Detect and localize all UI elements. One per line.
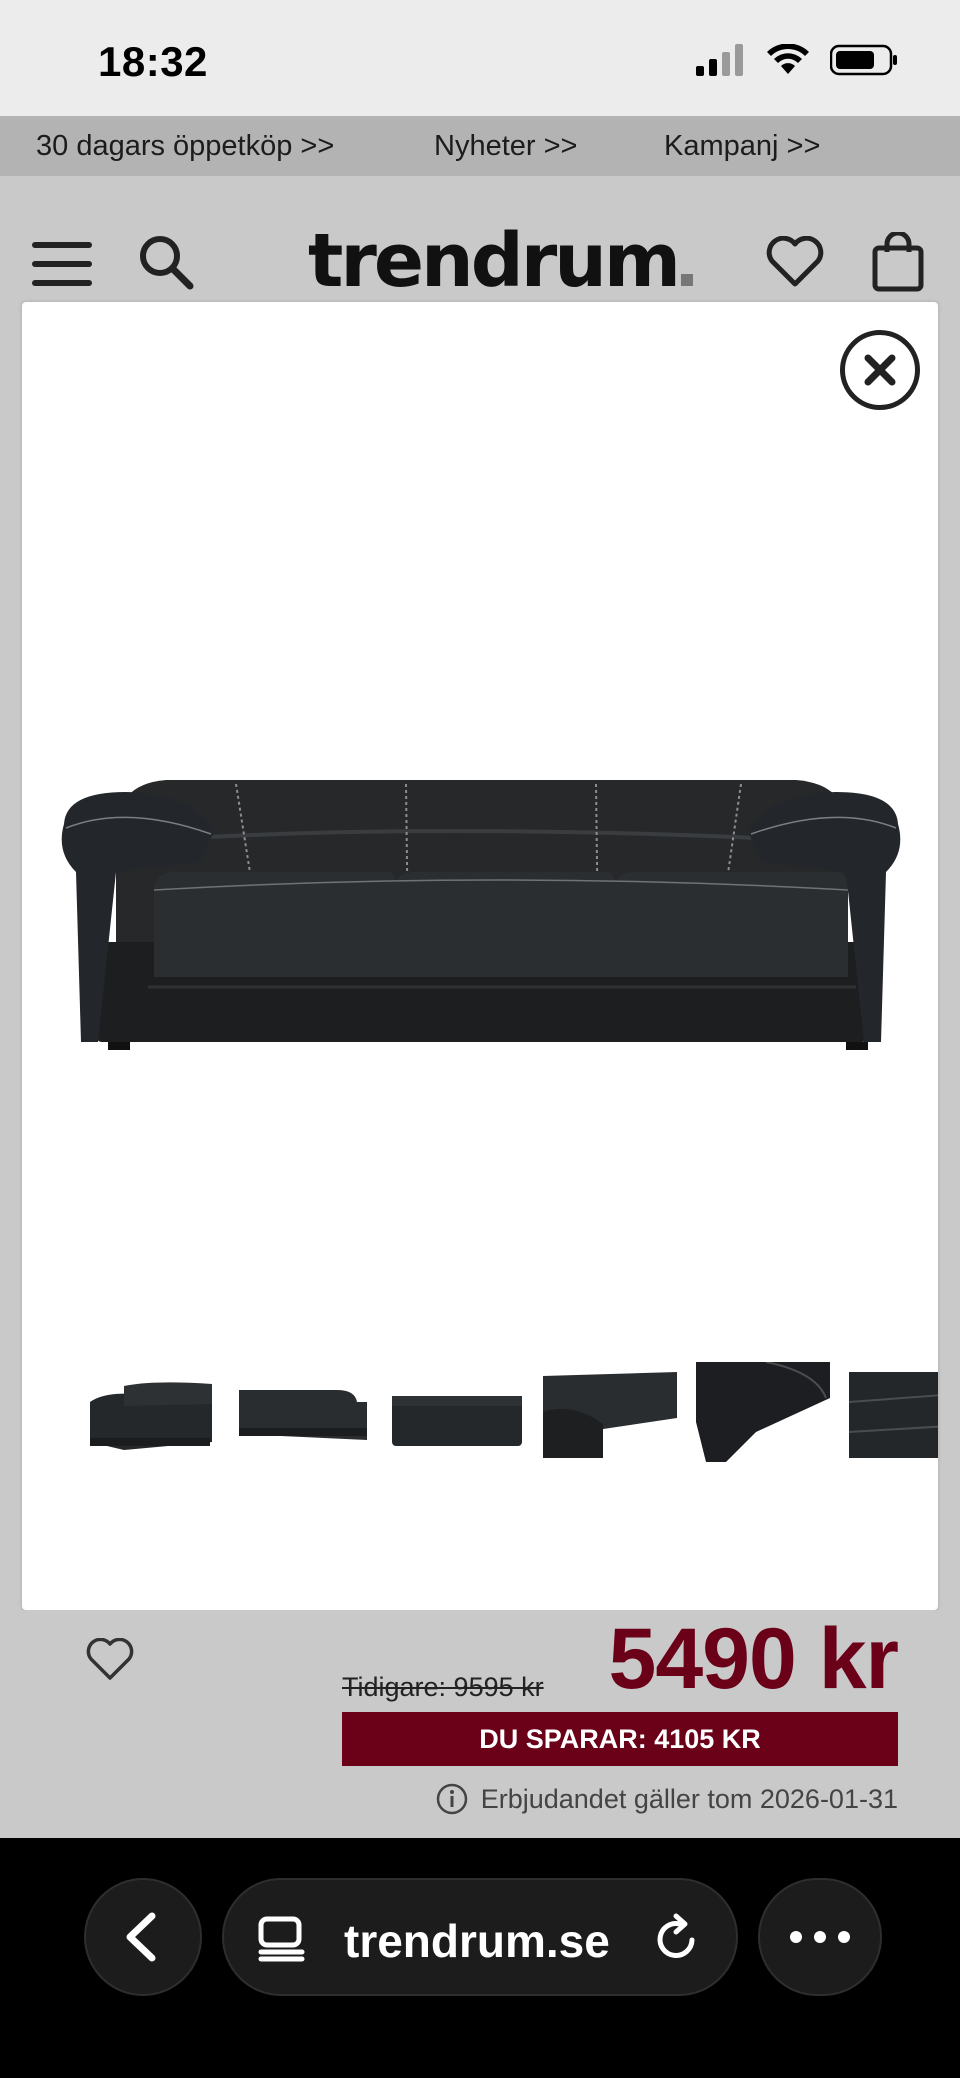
more-button[interactable] xyxy=(758,1878,882,1996)
thumbnail-6[interactable] xyxy=(849,1362,938,1462)
favorite-icon[interactable] xyxy=(86,1638,134,1682)
more-icon xyxy=(790,1931,850,1943)
thumbnail-4[interactable] xyxy=(543,1362,677,1462)
site-logo[interactable]: trendrum xyxy=(308,218,693,304)
price-section: Tidigare: 9595 kr 5490 kr DU SPARAR: 410… xyxy=(0,1610,960,1838)
close-button[interactable] xyxy=(840,330,920,410)
chevron-left-icon xyxy=(126,1912,156,1962)
menu-icon[interactable] xyxy=(32,242,92,286)
tabs-icon[interactable] xyxy=(258,1916,306,1962)
battery-icon xyxy=(830,44,897,76)
reload-icon[interactable] xyxy=(652,1912,702,1964)
site-header: trendrum xyxy=(0,176,960,306)
promo-link-campaign[interactable]: Kampanj >> xyxy=(664,130,820,163)
current-price: 5490 kr xyxy=(608,1611,899,1707)
url-text[interactable]: trendrum.se xyxy=(344,1914,610,1968)
promo-strip: 30 dagars öppetköp >> Nyheter >> Kampanj… xyxy=(0,116,960,176)
address-bar[interactable]: trendrum.se xyxy=(222,1878,738,1996)
promo-link-news[interactable]: Nyheter >> xyxy=(434,130,577,163)
old-price: Tidigare: 9595 kr xyxy=(342,1672,544,1702)
thumbnail-2[interactable] xyxy=(237,1362,371,1462)
heart-icon[interactable] xyxy=(766,236,824,288)
browser-toolbar: trendrum.se xyxy=(0,1838,960,2078)
back-button[interactable] xyxy=(84,1878,202,1996)
close-icon xyxy=(864,354,896,386)
image-gallery-modal xyxy=(22,302,938,1610)
thumbnail-1[interactable] xyxy=(84,1362,218,1462)
bag-icon[interactable] xyxy=(872,232,924,292)
signal-icon xyxy=(696,44,743,76)
product-main-image[interactable] xyxy=(36,692,926,1052)
offer-note: Erbjudandet gäller tom 2026-01-31 xyxy=(435,1782,898,1816)
info-icon xyxy=(436,1783,467,1815)
wifi-icon xyxy=(767,44,809,74)
thumbnail-3[interactable] xyxy=(390,1362,524,1462)
thumbnail-5[interactable] xyxy=(696,1362,830,1462)
thumbnail-strip xyxy=(62,1362,938,1472)
promo-link-open-purchase[interactable]: 30 dagars öppetköp >> xyxy=(36,130,334,163)
status-bar: 18:32 xyxy=(0,0,960,116)
clock: 18:32 xyxy=(98,38,208,85)
status-icons xyxy=(696,44,898,76)
savings-badge: DU SPARAR: 4105 KR xyxy=(342,1712,898,1766)
search-icon[interactable] xyxy=(138,234,194,290)
offer-text: Erbjudandet gäller tom 2026-01-31 xyxy=(480,1783,898,1814)
